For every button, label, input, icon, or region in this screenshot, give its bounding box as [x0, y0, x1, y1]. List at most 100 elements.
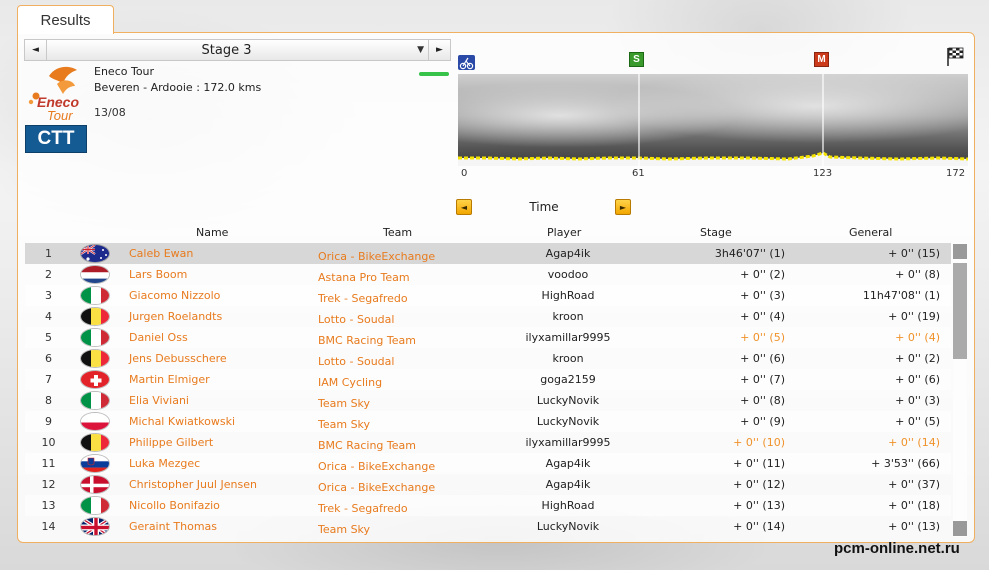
column-header-stage[interactable]: Stage: [700, 226, 732, 239]
table-row[interactable]: 9 Michal Kwiatkowski Team Sky LuckyNovik + 0…: [25, 411, 951, 432]
team-name-link[interactable]: Orica - BikeExchange: [318, 250, 435, 263]
flag-icon-slovenia: [80, 454, 110, 473]
stage-time: + 0'' (10): [733, 436, 785, 449]
row-position: 2: [45, 268, 52, 281]
mountain-marker[interactable]: M: [814, 52, 829, 67]
column-header-name[interactable]: Name: [196, 226, 228, 239]
logo-text-line2: Tour: [47, 108, 73, 122]
column-header-team[interactable]: Team: [383, 226, 412, 239]
table-row[interactable]: 7 Martin Elmiger IAM Cycling goga2159 + 0'' …: [25, 369, 951, 390]
status-indicator: [419, 72, 449, 76]
team-name-link[interactable]: Astana Pro Team: [318, 271, 410, 284]
flag-icon-italy: [80, 286, 110, 305]
scroll-down-button[interactable]: [953, 521, 967, 536]
prev-stage-button[interactable]: ◄: [25, 40, 47, 60]
general-time: + 0'' (6): [895, 373, 940, 386]
rider-name-link[interactable]: Giacomo Nizzolo: [129, 289, 220, 302]
rider-name-link[interactable]: Elia Viviani: [129, 394, 189, 407]
flag-icon-netherlands: [80, 265, 110, 284]
row-position: 4: [45, 310, 52, 323]
chevron-down-icon[interactable]: ▼: [417, 40, 424, 60]
scroll-up-button[interactable]: [953, 244, 967, 259]
rider-name-link[interactable]: Jurgen Roelandts: [129, 310, 222, 323]
table-row[interactable]: 10 Philippe Gilbert BMC Racing Team ilyxami…: [25, 432, 951, 453]
row-position: 8: [45, 394, 52, 407]
table-row[interactable]: 2 Lars Boom Astana Pro Team voodoo + 0'' (2)…: [25, 264, 951, 285]
table-row[interactable]: 3 Giacomo Nizzolo Trek - Segafredo HighRoad…: [25, 285, 951, 306]
table-row[interactable]: 5 Daniel Oss BMC Racing Team ilyxamillar999…: [25, 327, 951, 348]
row-position: 5: [45, 331, 52, 344]
stage-time: + 0'' (7): [740, 373, 785, 386]
team-name-link[interactable]: Team Sky: [318, 397, 370, 410]
rider-name-link[interactable]: Geraint Thomas: [129, 520, 217, 533]
team-name-link[interactable]: Orica - BikeExchange: [318, 481, 435, 494]
team-name-link[interactable]: Team Sky: [318, 418, 370, 431]
stage-type-badge: CTT: [25, 125, 87, 153]
table-row[interactable]: 12 Christopher Juul Jensen Orica - BikeExc…: [25, 474, 951, 495]
prev-classification-button[interactable]: ◄: [456, 199, 472, 215]
rider-name-link[interactable]: Daniel Oss: [129, 331, 188, 344]
classification-label: Time: [529, 200, 559, 214]
rider-name-link[interactable]: Luka Mezgec: [129, 457, 200, 470]
flag-icon-belgium: [80, 349, 110, 368]
team-name-link[interactable]: Trek - Segafredo: [318, 502, 408, 515]
next-stage-button[interactable]: ►: [428, 40, 450, 60]
general-time: + 0'' (4): [895, 331, 940, 344]
stage-time: + 0'' (11): [733, 457, 785, 470]
table-row[interactable]: 11 Luka Mezgec Orica - BikeExchange Agap4ik…: [25, 453, 951, 474]
stage-time: + 0'' (12): [733, 478, 785, 491]
general-time: + 0'' (18): [888, 499, 940, 512]
km-tick: 61: [632, 168, 645, 179]
team-name-link[interactable]: Orica - BikeExchange: [318, 460, 435, 473]
race-date: 13/08: [94, 106, 126, 119]
team-name-link[interactable]: Lotto - Soudal: [318, 313, 394, 326]
rider-name-link[interactable]: Christopher Juul Jensen: [129, 478, 257, 491]
column-header-player[interactable]: Player: [547, 226, 581, 239]
sprint-marker[interactable]: S: [629, 52, 644, 67]
results-table: 1 Caleb Ewan Orica - BikeExchange Agap4ik 3h…: [25, 243, 951, 537]
general-time: + 0'' (19): [888, 310, 940, 323]
rider-name-link[interactable]: Jens Debusschere: [129, 352, 227, 365]
table-row[interactable]: 1 Caleb Ewan Orica - BikeExchange Agap4ik 3h…: [25, 243, 951, 264]
team-name-link[interactable]: IAM Cycling: [318, 376, 382, 389]
stage-time: + 0'' (14): [733, 520, 785, 533]
rider-name-link[interactable]: Michal Kwiatkowski: [129, 415, 235, 428]
row-position: 7: [45, 373, 52, 386]
rider-name-link[interactable]: Philippe Gilbert: [129, 436, 213, 449]
general-time: + 3'53'' (66): [871, 457, 940, 470]
table-row[interactable]: 13 Nicollo Bonifazio Trek - Segafredo HighR…: [25, 495, 951, 516]
row-position: 10: [41, 436, 56, 449]
stage-profile-chart: [458, 74, 968, 166]
checkered-flag-icon: [947, 47, 964, 66]
tab-results[interactable]: Results: [17, 5, 114, 34]
rider-name-link[interactable]: Martin Elmiger: [129, 373, 210, 386]
rider-name-link[interactable]: Nicollo Bonifazio: [129, 499, 220, 512]
general-time: + 0'' (14): [888, 436, 940, 449]
team-name-link[interactable]: Team Sky: [318, 523, 370, 536]
flag-icon-italy: [80, 328, 110, 347]
team-name-link[interactable]: Lotto - Soudal: [318, 355, 394, 368]
table-row[interactable]: 4 Jurgen Roelandts Lotto - Soudal kroon + 0'…: [25, 306, 951, 327]
next-classification-button[interactable]: ►: [615, 199, 631, 215]
flag-icon-belgium: [80, 433, 110, 452]
scroll-thumb[interactable]: [953, 263, 967, 359]
km-tick: 0: [461, 168, 468, 179]
general-time: + 0'' (15): [888, 247, 940, 260]
team-name-link[interactable]: Trek - Segafredo: [318, 292, 408, 305]
stage-selector-label: Stage 3: [201, 42, 252, 58]
table-row[interactable]: 8 Elia Viviani Team Sky LuckyNovik + 0'' (8)…: [25, 390, 951, 411]
stage-selector[interactable]: ◄ Stage 3 ▼ ►: [24, 39, 451, 61]
stage-time: + 0'' (4): [740, 310, 785, 323]
race-name: Eneco Tour: [94, 65, 155, 78]
team-name-link[interactable]: BMC Racing Team: [318, 334, 416, 347]
table-row[interactable]: 6 Jens Debusschere Lotto - Soudal kroon + 0'…: [25, 348, 951, 369]
column-header-general[interactable]: General: [849, 226, 892, 239]
rider-name-link[interactable]: Lars Boom: [129, 268, 187, 281]
km-tick: 123: [813, 168, 833, 179]
team-name-link[interactable]: BMC Racing Team: [318, 439, 416, 452]
cyclist-icon: [458, 55, 475, 70]
table-row[interactable]: 14 Geraint Thomas Team Sky LuckyNovik + 0'' …: [25, 516, 951, 537]
rider-name-link[interactable]: Caleb Ewan: [129, 247, 193, 260]
scrollbar[interactable]: [953, 243, 967, 537]
stage-time: + 0'' (13): [733, 499, 785, 512]
